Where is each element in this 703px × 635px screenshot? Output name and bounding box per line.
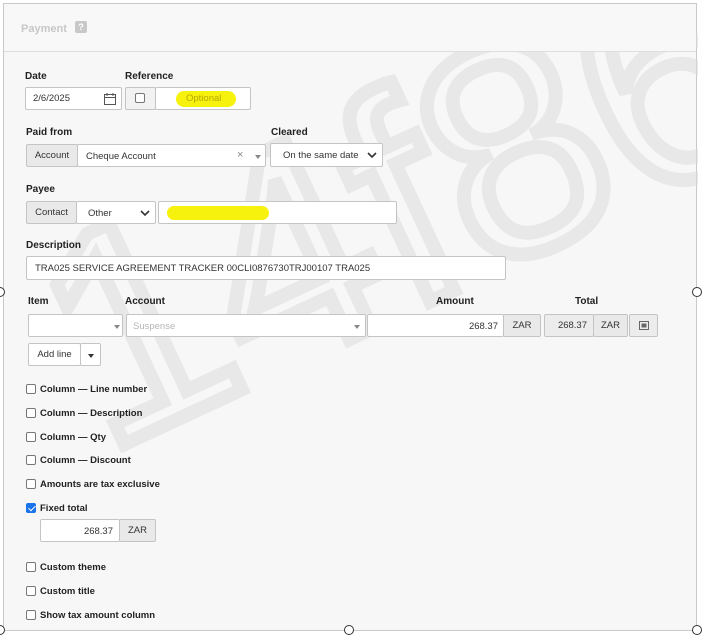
option-custom-title-label: Custom title bbox=[40, 586, 95, 597]
account-select[interactable]: Suspense bbox=[126, 314, 366, 337]
caret-down-icon bbox=[88, 354, 94, 358]
paid-from-value: Cheque Account bbox=[86, 151, 156, 162]
option-fixed-total-label: Fixed total bbox=[40, 503, 88, 514]
option-line-number-label: Column — Line number bbox=[40, 384, 148, 395]
chevron-down-icon[interactable] bbox=[114, 325, 120, 329]
help-icon[interactable]: ? bbox=[75, 21, 87, 33]
option-line-number-checkbox[interactable] bbox=[26, 384, 36, 394]
fixed-total-input[interactable]: 268.37 bbox=[40, 519, 120, 542]
row-options-button[interactable] bbox=[629, 314, 658, 337]
option-description-checkbox[interactable] bbox=[26, 408, 36, 418]
account-placeholder: Suspense bbox=[133, 321, 176, 332]
option-custom-theme-label: Custom theme bbox=[40, 562, 106, 573]
option-qty-checkbox[interactable] bbox=[26, 432, 36, 442]
amount-value: 268.37 bbox=[468, 321, 498, 332]
panel-header: Payment ? bbox=[4, 4, 696, 52]
payment-panel: 14f8681 Payment ? Date 2/6/2025 Referenc… bbox=[3, 3, 698, 631]
description-input[interactable]: TRA025 SERVICE AGREEMENT TRACKER 00CLI08… bbox=[26, 256, 506, 280]
resize-handle-right[interactable] bbox=[692, 287, 702, 297]
payee-type-select[interactable]: Other bbox=[76, 201, 156, 224]
option-custom-theme-checkbox[interactable] bbox=[26, 562, 36, 572]
option-qty-label: Column — Qty bbox=[40, 432, 106, 443]
panel-title: Payment bbox=[21, 23, 67, 35]
add-line-button[interactable]: Add line bbox=[28, 343, 81, 366]
payee-input[interactable] bbox=[158, 201, 397, 224]
cleared-label: Cleared bbox=[271, 127, 308, 138]
total-header: Total bbox=[575, 296, 599, 307]
total-value: 268.37 bbox=[557, 320, 587, 331]
option-custom-title-checkbox[interactable] bbox=[26, 586, 36, 596]
option-tax-exclusive-label: Amounts are tax exclusive bbox=[40, 479, 160, 490]
chevron-down-icon[interactable] bbox=[354, 325, 360, 329]
option-discount-checkbox[interactable] bbox=[26, 455, 36, 465]
description-label: Description bbox=[26, 240, 82, 251]
option-tax-exclusive-checkbox[interactable] bbox=[26, 479, 36, 489]
chevron-down-icon[interactable] bbox=[255, 155, 261, 159]
total-currency: ZAR bbox=[593, 314, 628, 337]
redaction-highlight bbox=[167, 206, 269, 220]
description-value: TRA025 SERVICE AGREEMENT TRACKER 00CLI08… bbox=[35, 263, 371, 274]
option-discount-label: Column — Discount bbox=[40, 455, 131, 466]
reference-checkbox[interactable] bbox=[135, 93, 145, 103]
chevron-down-icon bbox=[140, 210, 150, 217]
option-show-tax-checkbox[interactable] bbox=[26, 610, 36, 620]
item-select[interactable] bbox=[28, 314, 123, 337]
reference-checkbox-addon bbox=[125, 87, 156, 110]
paid-from-addon: Account bbox=[26, 144, 78, 167]
reference-input[interactable]: Optional bbox=[155, 87, 251, 110]
chevron-down-icon bbox=[367, 152, 377, 159]
amount-currency: ZAR bbox=[503, 314, 541, 337]
item-header: Item bbox=[28, 296, 49, 307]
reference-placeholder: Optional bbox=[186, 93, 222, 104]
date-label: Date bbox=[25, 71, 47, 82]
option-description-label: Column — Description bbox=[40, 408, 143, 419]
film-icon bbox=[639, 321, 649, 330]
clear-icon[interactable]: × bbox=[237, 149, 243, 161]
payee-type-value: Other bbox=[88, 208, 112, 219]
fixed-total-value: 268.37 bbox=[83, 526, 113, 537]
option-fixed-total-checkbox[interactable] bbox=[26, 503, 36, 513]
amount-header: Amount bbox=[436, 296, 474, 307]
payee-label: Payee bbox=[26, 184, 55, 195]
account-header: Account bbox=[125, 296, 165, 307]
payee-addon: Contact bbox=[26, 201, 77, 224]
paid-from-select[interactable]: Cheque Account × bbox=[77, 144, 266, 167]
total-value-box: 268.37 bbox=[544, 314, 594, 337]
reference-label: Reference bbox=[125, 71, 174, 82]
fixed-total-currency: ZAR bbox=[119, 519, 156, 542]
add-line-dropdown[interactable] bbox=[80, 343, 101, 366]
option-show-tax-label: Show tax amount column bbox=[40, 610, 156, 621]
date-input[interactable]: 2/6/2025 bbox=[25, 87, 122, 110]
calendar-icon[interactable] bbox=[104, 93, 116, 105]
paid-from-label: Paid from bbox=[26, 127, 73, 138]
cleared-select[interactable]: On the same date bbox=[270, 143, 383, 167]
date-value: 2/6/2025 bbox=[33, 93, 70, 104]
amount-input[interactable]: 268.37 bbox=[367, 314, 504, 337]
cleared-value: On the same date bbox=[283, 150, 359, 161]
